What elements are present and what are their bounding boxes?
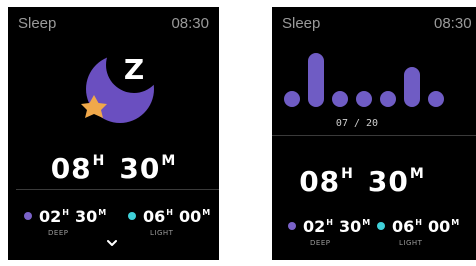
light-dot — [128, 212, 136, 220]
chart-date: 07 / 20 — [335, 118, 379, 129]
clock-time: 08:30 — [171, 15, 209, 32]
total-sleep-duration: 08H 30M — [50, 152, 177, 185]
screen-title: Sleep — [282, 15, 321, 32]
sleep-bar — [380, 91, 396, 107]
light-label: LIGHT — [399, 239, 423, 247]
sleep-screen-summary: Sleep 08:30 Z 08H 30M 02H 30M DEEP 06H 00M … — [8, 7, 219, 260]
sleep-bar — [356, 91, 372, 107]
divider — [16, 189, 219, 190]
screen-title: Sleep — [18, 15, 57, 32]
deep-dot — [288, 222, 296, 230]
sleep-bar — [404, 66, 420, 107]
clock-time: 08:30 — [434, 15, 472, 32]
z-letter: Z — [124, 53, 144, 86]
deep-sleep-stat: 02H 30M DEEP — [24, 207, 106, 237]
deep-sleep-stat: 02H 30M DEEP — [288, 217, 370, 247]
moon-star-zzz-icon: Z — [81, 53, 154, 123]
deep-label: DEEP — [310, 239, 331, 247]
sleep-bar — [308, 53, 324, 107]
deep-label: DEEP — [48, 229, 69, 237]
light-sleep-stat: 06H 00M LIGHT — [128, 207, 210, 237]
light-label: LIGHT — [150, 229, 174, 237]
total-sleep-duration: 08H 30M — [299, 165, 425, 198]
sleep-screen-chart: Sleep 08:30 07 / 20 08H 30M 02H 30M DEEP 0… — [272, 7, 476, 260]
deep-dot — [24, 212, 32, 220]
sleep-bar — [284, 91, 300, 107]
light-dot — [377, 222, 385, 230]
sleep-bar — [332, 91, 348, 107]
light-sleep-stat: 06H 00M LIGHT — [377, 217, 459, 247]
chevron-down-icon[interactable] — [107, 238, 117, 248]
divider — [272, 135, 476, 136]
sleep-bar — [428, 91, 444, 107]
